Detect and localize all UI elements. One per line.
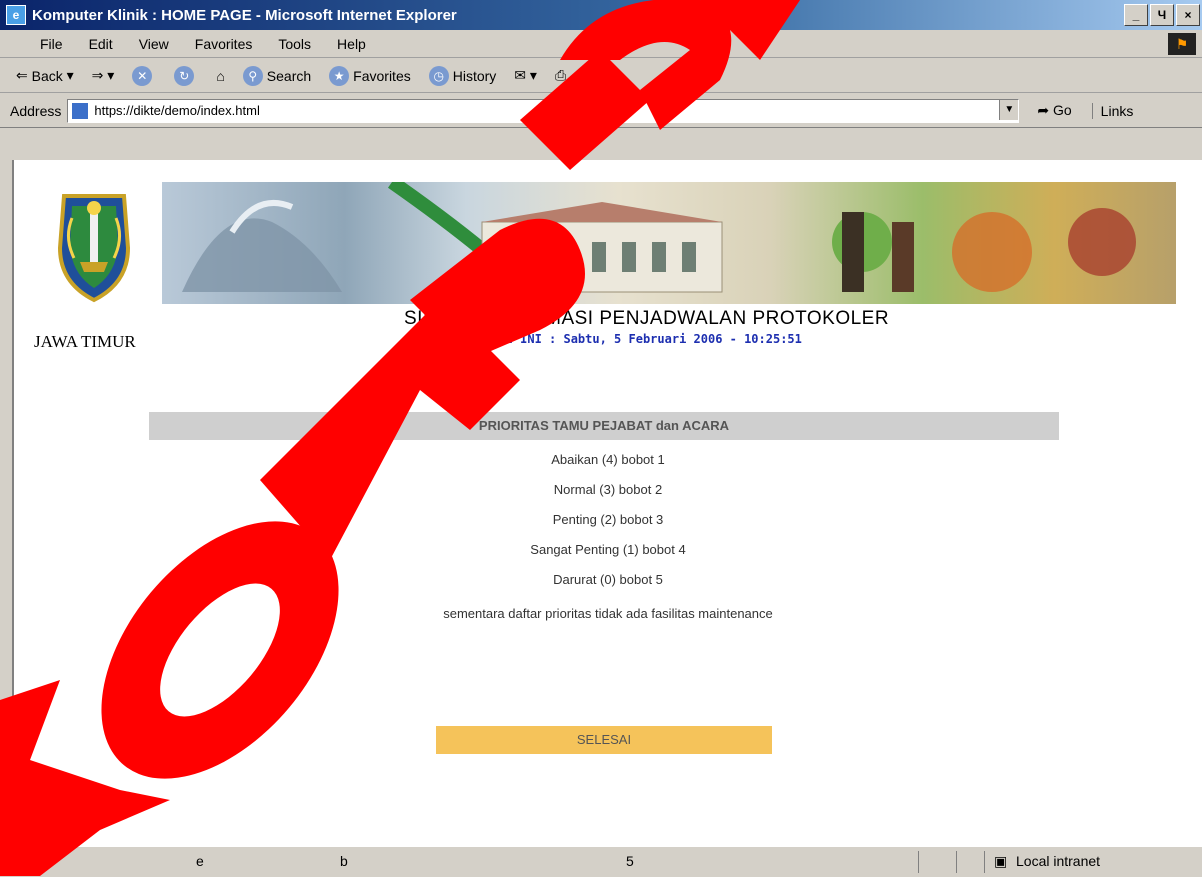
banner-illustration <box>182 182 1136 304</box>
go-label: Go <box>1052 102 1072 118</box>
status-cell-1: e <box>196 853 204 869</box>
address-bar: Address https://dikte/demo/index.html ▼ … <box>0 94 1202 128</box>
header-banner-image <box>162 182 1176 304</box>
links-button[interactable]: Links <box>1091 102 1133 119</box>
status-bar: ◉ e b 5 ▣ Local intranet <box>0 846 1202 877</box>
windows-logo-icon: ⚑ <box>1168 33 1196 55</box>
address-label: Address <box>10 102 62 119</box>
status-cell-3: 5 <box>626 853 634 869</box>
priority-item-urgent: Darurat (0) bobot 5 <box>553 572 663 587</box>
favorites-icon: ★ <box>329 65 350 86</box>
title-bar: e Komputer Klinik : HOME PAGE - Microsof… <box>0 0 1202 30</box>
edit-icon: ✎ <box>584 67 596 83</box>
menu-file[interactable]: File <box>40 36 63 52</box>
print-button[interactable]: ⎙ <box>555 67 566 84</box>
status-separator <box>956 851 957 873</box>
minimize-button[interactable]: _ <box>1124 4 1148 26</box>
status-cell-2: b <box>340 853 348 869</box>
status-separator <box>918 851 919 873</box>
history-icon: ◷ <box>428 65 449 86</box>
page-icon <box>72 102 89 119</box>
print-icon: ⎙ <box>554 67 567 83</box>
today-datetime: HARI INI : Sabtu, 5 Februari 2006 - 10:2… <box>484 332 802 346</box>
ie-icon: e <box>6 5 26 25</box>
search-icon: ⚲ <box>242 65 263 86</box>
address-dropdown-button[interactable]: ▼ <box>999 99 1019 120</box>
finish-button[interactable]: SELESAI <box>436 726 772 754</box>
system-title: SISTEM INFORMASI PENJADWALAN PROTOKOLER <box>404 308 890 329</box>
menu-bar: File Edit View Favorites Tools Help ⚑ <box>0 30 1202 58</box>
intranet-zone-icon: ▣ <box>994 853 1008 869</box>
history-button[interactable]: ◷ History <box>428 65 497 86</box>
favorites-label: Favorites <box>353 67 411 84</box>
maximize-button[interactable]: Ч <box>1150 4 1174 26</box>
priority-header: PRIORITAS TAMU PEJABAT dan ACARA <box>149 412 1059 440</box>
menu-edit[interactable]: Edit <box>89 36 113 52</box>
refresh-icon: ↻ <box>174 65 195 86</box>
menu-help[interactable]: Help <box>337 36 366 52</box>
search-label: Search <box>266 67 312 84</box>
menu-tools[interactable]: Tools <box>278 36 311 52</box>
forward-button[interactable]: ⇒ ▾ <box>92 67 115 84</box>
stop-button[interactable]: ✕ <box>132 65 156 86</box>
zone-label: Local intranet <box>1016 853 1101 869</box>
menu-view[interactable]: View <box>139 36 169 52</box>
favorites-button[interactable]: ★ Favorites <box>329 65 411 86</box>
standard-toolbar: ⇐ Back ▾ ⇒ ▾ ✕ ↻ ⌂ ⚲ Search ★ Favorites ◷ H… <box>0 59 1202 93</box>
address-url: https://dikte/demo/index.html <box>94 103 260 118</box>
window-frame-left <box>0 160 14 846</box>
mail-button[interactable]: ✉ ▾ <box>514 67 537 84</box>
address-input[interactable]: https://dikte/demo/index.html ▼ <box>67 98 1020 123</box>
priority-item-normal: Normal (3) bobot 2 <box>553 482 663 497</box>
stop-icon: ✕ <box>132 65 153 86</box>
close-button[interactable]: × <box>1176 4 1200 26</box>
home-button[interactable]: ⌂ <box>216 68 224 84</box>
go-arrow-icon: ➦ <box>1037 102 1050 118</box>
maintenance-note: sementara daftar prioritas tidak ada fas… <box>443 606 773 621</box>
back-button[interactable]: ⇐ Back ▾ <box>16 67 74 84</box>
go-button[interactable]: ➦ Go <box>1037 102 1071 119</box>
back-arrow-icon: ⇐ <box>16 67 28 83</box>
status-ie-icon: ◉ <box>6 853 19 869</box>
back-label: Back <box>31 67 63 84</box>
window-controls: _ Ч × <box>1124 4 1200 26</box>
priority-item-ignore: Abaikan (4) bobot 1 <box>551 452 665 467</box>
edit-button[interactable]: ✎ <box>584 67 596 84</box>
priority-item-important: Penting (2) bobot 3 <box>552 512 664 527</box>
refresh-button[interactable]: ↻ <box>174 65 198 86</box>
jawa-timur-emblem-icon <box>57 194 131 303</box>
priority-item-very-important: Sangat Penting (1) bobot 4 <box>530 542 686 557</box>
history-label: History <box>452 67 497 84</box>
region-label: JAWA TIMUR <box>34 332 136 351</box>
search-button[interactable]: ⚲ Search <box>242 65 312 86</box>
page-viewport: JAWA TIMUR SISTEM INFORMASI PENJADWALAN … <box>14 160 1202 846</box>
forward-arrow-icon: ⇒ <box>91 67 104 83</box>
status-separator <box>984 851 985 873</box>
home-icon: ⌂ <box>216 67 225 84</box>
mail-icon: ✉ <box>514 67 527 83</box>
menu-favorites[interactable]: Favorites <box>195 36 253 52</box>
window-title: Komputer Klinik : HOME PAGE - Microsoft … <box>32 6 457 24</box>
